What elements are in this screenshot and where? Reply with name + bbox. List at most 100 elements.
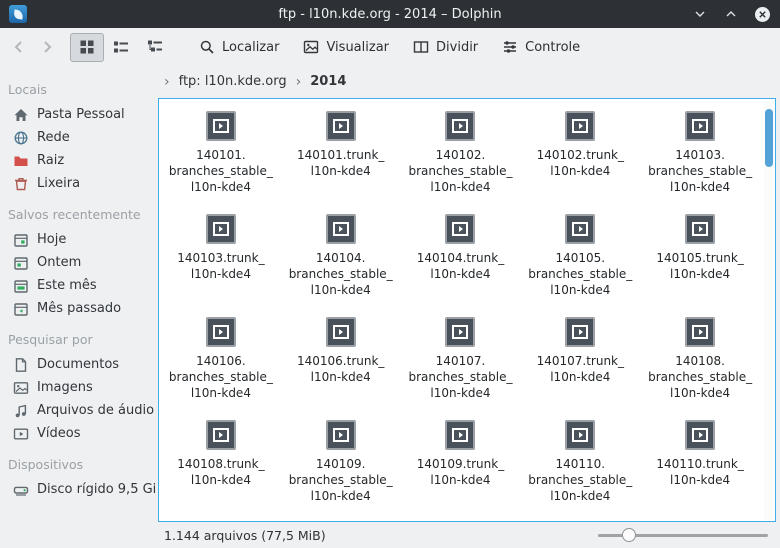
- file-name: 140102.trunk_ l10n-kde4: [537, 147, 624, 179]
- control-button-label: Controle: [525, 40, 580, 55]
- file-name: 140104.trunk_ l10n-kde4: [417, 250, 504, 282]
- sidebar-item[interactable]: Disco rígido 9,5 GiB: [0, 478, 156, 501]
- sidebar-item[interactable]: Pasta Pessoal: [0, 103, 156, 126]
- compact-view-button[interactable]: [104, 33, 138, 62]
- split-button-label: Dividir: [436, 40, 478, 55]
- main-toolbar: Localizar Visualizar Dividir Controle: [0, 28, 780, 66]
- sidebar-item-label: Vídeos: [37, 426, 80, 441]
- file-item[interactable]: 140102.trunk_ l10n-kde4: [520, 111, 640, 195]
- status-bar: 1.144 arquivos (77,5 MiB): [0, 522, 780, 548]
- details-view-icon: [147, 39, 163, 55]
- images-icon: [13, 380, 29, 396]
- calendar-today-icon: [13, 232, 29, 248]
- file-item[interactable]: 140110. branches_stable_ l10n-kde4: [520, 420, 640, 504]
- file-grid: 140101. branches_stable_ l10n-kde4 140101…: [159, 99, 762, 521]
- maximize-icon[interactable]: [722, 5, 740, 23]
- breadcrumb-chevron-icon: ›: [296, 74, 302, 90]
- icons-view-icon: [79, 39, 95, 55]
- sidebar-item[interactable]: Documentos: [0, 353, 156, 376]
- forward-button[interactable]: [34, 34, 60, 60]
- file-name: 140108. branches_stable_ l10n-kde4: [648, 353, 752, 401]
- breadcrumb-current[interactable]: 2014: [310, 74, 346, 89]
- search-button[interactable]: Localizar: [188, 35, 290, 59]
- sidebar-item[interactable]: Imagens: [0, 376, 156, 399]
- file-item[interactable]: 140109.trunk_ l10n-kde4: [401, 420, 521, 504]
- close-icon[interactable]: [753, 5, 771, 23]
- file-item[interactable]: 140104.trunk_ l10n-kde4: [401, 214, 521, 298]
- video-file-icon: [565, 317, 595, 347]
- file-item[interactable]: 140108.trunk_ l10n-kde4: [161, 420, 281, 504]
- split-button[interactable]: Dividir: [402, 35, 489, 59]
- icons-view-button[interactable]: [70, 33, 104, 62]
- sidebar-item[interactable]: Raiz: [0, 149, 156, 172]
- file-item[interactable]: 140104. branches_stable_ l10n-kde4: [281, 214, 401, 298]
- compact-view-icon: [113, 39, 129, 55]
- sidebar-item-label: Pasta Pessoal: [37, 107, 125, 122]
- video-file-icon: [206, 420, 236, 450]
- scrollbar-track[interactable]: [764, 100, 774, 520]
- sidebar-item[interactable]: Rede: [0, 126, 156, 149]
- file-item[interactable]: 140103.trunk_ l10n-kde4: [161, 214, 281, 298]
- video-file-icon: [445, 111, 475, 141]
- file-item[interactable]: 140107. branches_stable_ l10n-kde4: [401, 317, 521, 401]
- file-item[interactable]: 140105. branches_stable_ l10n-kde4: [520, 214, 640, 298]
- sidebar-item[interactable]: Mês passado: [0, 297, 156, 320]
- network-icon: [13, 130, 29, 146]
- video-file-icon: [685, 214, 715, 244]
- zoom-slider[interactable]: [598, 527, 768, 543]
- file-item[interactable]: 140110.trunk_ l10n-kde4: [640, 420, 760, 504]
- file-name: 140101. branches_stable_ l10n-kde4: [169, 147, 273, 195]
- file-item[interactable]: 140108. branches_stable_ l10n-kde4: [640, 317, 760, 401]
- videos-icon: [13, 426, 29, 442]
- hard-drive-icon: [13, 482, 29, 498]
- file-name: 140107.trunk_ l10n-kde4: [537, 353, 624, 385]
- sidebar-item[interactable]: Este mês: [0, 274, 156, 297]
- file-item[interactable]: 140101. branches_stable_ l10n-kde4: [161, 111, 281, 195]
- sidebar-item[interactable]: Vídeos: [0, 422, 156, 445]
- home-icon: [13, 107, 29, 123]
- file-item[interactable]: 140106.trunk_ l10n-kde4: [281, 317, 401, 401]
- sidebar-item[interactable]: Lixeira: [0, 172, 156, 195]
- control-button[interactable]: Controle: [491, 35, 591, 59]
- file-item[interactable]: 140105.trunk_ l10n-kde4: [640, 214, 760, 298]
- video-file-icon: [565, 214, 595, 244]
- file-item[interactable]: 140103. branches_stable_ l10n-kde4: [640, 111, 760, 195]
- details-view-button[interactable]: [138, 33, 172, 62]
- file-item[interactable]: 140101.trunk_ l10n-kde4: [281, 111, 401, 195]
- search-button-label: Localizar: [222, 40, 279, 55]
- video-file-icon: [326, 111, 356, 141]
- video-file-icon: [685, 420, 715, 450]
- breadcrumb-root[interactable]: ftp: l10n.kde.org: [179, 74, 287, 89]
- window-title: ftp - l10n.kde.org - 2014 – Dolphin: [0, 7, 780, 22]
- trash-icon: [13, 176, 29, 192]
- dolphin-app-icon: [9, 5, 27, 23]
- preview-icon: [303, 39, 319, 55]
- preview-button[interactable]: Visualizar: [292, 35, 400, 59]
- sidebar-item-label: Documentos: [37, 357, 119, 372]
- video-file-icon: [206, 111, 236, 141]
- file-item[interactable]: 140109. branches_stable_ l10n-kde4: [281, 420, 401, 504]
- file-item[interactable]: 140106. branches_stable_ l10n-kde4: [161, 317, 281, 401]
- sidebar-item[interactable]: Arquivos de áudio: [0, 399, 156, 422]
- sidebar-item-label: Imagens: [37, 380, 93, 395]
- folder-view[interactable]: 140101. branches_stable_ l10n-kde4 140101…: [158, 98, 776, 522]
- file-item[interactable]: 140102. branches_stable_ l10n-kde4: [401, 111, 521, 195]
- video-file-icon: [565, 420, 595, 450]
- places-panel: LocaisPasta PessoalRedeRaizLixeiraSalvos…: [0, 66, 156, 522]
- zoom-slider-thumb[interactable]: [622, 528, 636, 542]
- scrollbar-thumb[interactable]: [765, 109, 773, 167]
- back-button[interactable]: [6, 34, 32, 60]
- sidebar-item-label: Rede: [37, 130, 70, 145]
- sidebar-item-label: Raiz: [37, 153, 64, 168]
- sidebar-item-label: Mês passado: [37, 301, 121, 316]
- file-name: 140101.trunk_ l10n-kde4: [297, 147, 384, 179]
- sidebar-item[interactable]: Ontem: [0, 251, 156, 274]
- sidebar-section-title: Locais: [0, 70, 156, 103]
- back-icon: [10, 38, 28, 56]
- file-item[interactable]: 140107.trunk_ l10n-kde4: [520, 317, 640, 401]
- minimize-icon[interactable]: [691, 5, 709, 23]
- sidebar-item[interactable]: Hoje: [0, 228, 156, 251]
- sidebar-item-label: Ontem: [37, 255, 81, 270]
- video-file-icon: [326, 420, 356, 450]
- video-file-icon: [685, 111, 715, 141]
